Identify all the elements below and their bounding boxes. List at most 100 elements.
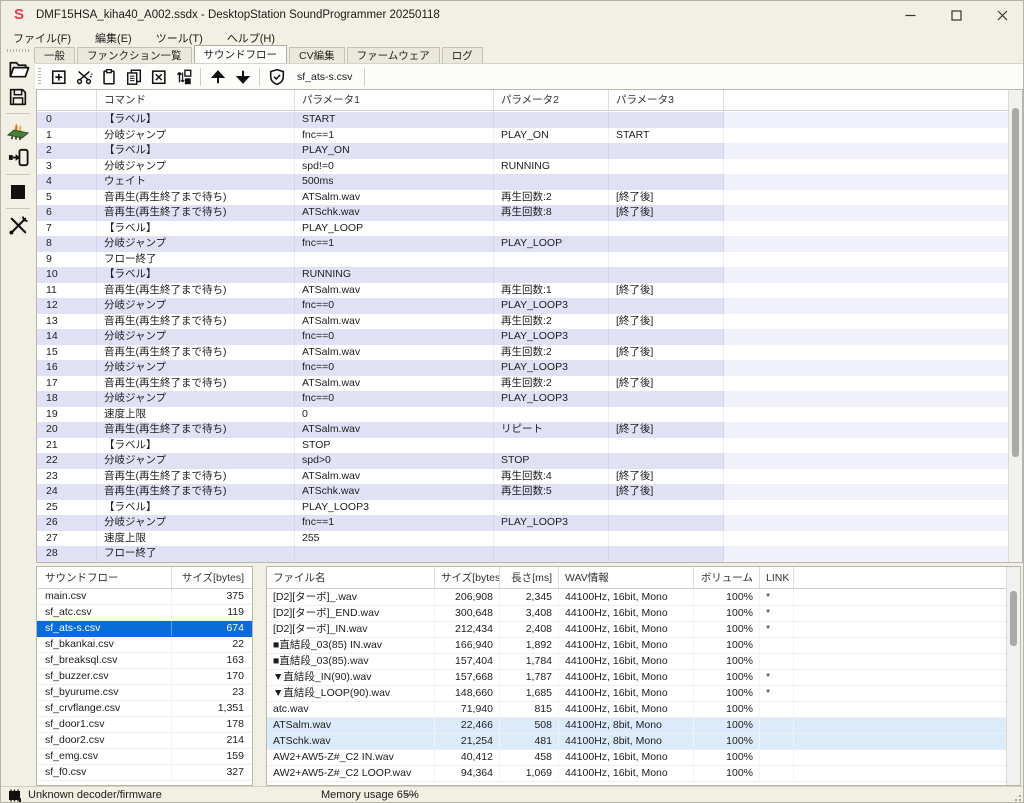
wav-table-row[interactable]: ATSchk.wav 21,254 481 44100Hz, 8bit, Mon… — [267, 734, 1006, 750]
flow-list-item[interactable]: sf_crvflange.csv 1,351 — [37, 701, 252, 717]
flow-table-row[interactable]: 9 フロー終了 — [37, 252, 1008, 268]
tab[interactable]: サウンドフロー — [194, 45, 288, 63]
wav-table-scrollbar[interactable] — [1006, 567, 1020, 785]
tools-button[interactable] — [1, 212, 35, 239]
flow-table-row[interactable]: 3 分岐ジャンプ spd!=0 RUNNING — [37, 159, 1008, 175]
wav-table-row[interactable]: ▼直結段_LOOP(90).wav 148,660 1,685 44100Hz,… — [267, 686, 1006, 702]
cell-command: フロー終了 — [97, 546, 295, 562]
flow-table-row[interactable]: 12 分岐ジャンプ fnc==0 PLAY_LOOP3 — [37, 298, 1008, 314]
wav-table-row[interactable]: [D2][ターボ]_END.wav 300,648 3,408 44100Hz,… — [267, 606, 1006, 622]
flow-list-item[interactable]: sf_bkankai.csv 22 — [37, 637, 252, 653]
tab[interactable]: CV編集 — [289, 47, 345, 63]
delete-button[interactable] — [146, 65, 171, 89]
flow-table-row[interactable]: 13 音再生(再生終了まで待ち) ATSalm.wav 再生回数:2 [終了後] — [37, 314, 1008, 330]
flow-table-row[interactable]: 8 分岐ジャンプ fnc==1 PLAY_LOOP — [37, 236, 1008, 252]
wav-table-row[interactable]: ATSalm.wav 22,466 508 44100Hz, 8bit, Mon… — [267, 718, 1006, 734]
flow-list-item[interactable]: sf_byurume.csv 23 — [37, 685, 252, 701]
flow-table-row[interactable]: 15 音再生(再生終了まで待ち) ATSalm.wav 再生回数:2 [終了後] — [37, 345, 1008, 361]
copy-button[interactable] — [121, 65, 146, 89]
flow-list-header: サウンドフロー サイズ[bytes] — [37, 567, 252, 589]
tab[interactable]: 一般 — [34, 47, 75, 63]
separator — [200, 68, 201, 86]
close-button[interactable] — [979, 1, 1024, 29]
cell-param1: fnc==0 — [295, 360, 494, 376]
flow-name: sf_bkankai.csv — [37, 637, 172, 652]
write-device-button[interactable] — [1, 144, 35, 171]
wav-table-row[interactable]: [D2][ターボ]_IN.wav 212,434 2,408 44100Hz, … — [267, 622, 1006, 638]
flow-list-item[interactable]: sf_f0.csv 327 — [37, 765, 252, 781]
resize-grip[interactable] — [1010, 790, 1023, 803]
move-down-button[interactable] — [230, 65, 255, 89]
wav-table-row[interactable]: atc.wav 71,940 815 44100Hz, 16bit, Mono … — [267, 702, 1006, 718]
cell-param1: PLAY_LOOP — [295, 221, 494, 237]
wav-size: 206,908 — [435, 590, 500, 605]
swap-button[interactable] — [171, 65, 196, 89]
wav-table-row[interactable]: [D2][ターボ]_.wav 206,908 2,345 44100Hz, 16… — [267, 590, 1006, 606]
flow-list-item[interactable]: sf_breaksql.csv 163 — [37, 653, 252, 669]
cell-filler — [724, 531, 1008, 547]
maximize-button[interactable] — [933, 1, 979, 29]
flow-table-row[interactable]: 21 【ラベル】 STOP — [37, 438, 1008, 454]
flow-table-row[interactable]: 18 分岐ジャンプ fnc==0 PLAY_LOOP3 — [37, 391, 1008, 407]
wav-table-row[interactable]: AW2+AW5-Z#_C2 IN.wav 40,412 458 44100Hz,… — [267, 750, 1006, 766]
move-down-icon — [234, 68, 252, 86]
cell-filler — [724, 500, 1008, 516]
decoder-write-button[interactable] — [1, 117, 35, 144]
flow-table-row[interactable]: 14 分岐ジャンプ fnc==0 PLAY_LOOP3 — [37, 329, 1008, 345]
save-button[interactable] — [1, 83, 35, 110]
open-folder-button[interactable] — [1, 56, 35, 83]
flow-list-item[interactable]: sf_ats-s.csv 674 — [37, 621, 252, 637]
verify-button[interactable] — [264, 65, 289, 89]
flow-table-row[interactable]: 27 速度上限 255 — [37, 531, 1008, 547]
flow-table-row[interactable]: 0 【ラベル】 START — [37, 112, 1008, 128]
wav-table-row[interactable]: ■直結段_03(85).wav 157,404 1,784 44100Hz, 1… — [267, 654, 1006, 670]
flow-list-item[interactable]: sf_door2.csv 214 — [37, 733, 252, 749]
wav-info: 44100Hz, 16bit, Mono — [559, 750, 694, 765]
flow-table-row[interactable]: 22 分岐ジャンプ spd>0 STOP — [37, 453, 1008, 469]
add-row-button[interactable] — [46, 65, 71, 89]
flow-table-scrollbar[interactable] — [1008, 90, 1022, 562]
cell-command: 速度上限 — [97, 407, 295, 423]
flow-table-row[interactable]: 23 音再生(再生終了まで待ち) ATSalm.wav 再生回数:4 [終了後] — [37, 469, 1008, 485]
flow-table-row[interactable]: 17 音再生(再生終了まで待ち) ATSalm.wav 再生回数:2 [終了後] — [37, 376, 1008, 392]
flow-list-item[interactable]: sf_buzzer.csv 170 — [37, 669, 252, 685]
flow-table-row[interactable]: 28 フロー終了 — [37, 546, 1008, 562]
toolbar-grip[interactable] — [38, 68, 41, 86]
flow-list-item[interactable]: main.csv 375 — [37, 589, 252, 605]
tab[interactable]: ファンクション一覧 — [77, 47, 192, 63]
flow-table-row[interactable]: 6 音再生(再生終了まで待ち) ATSchk.wav 再生回数:8 [終了後] — [37, 205, 1008, 221]
cell-param1 — [295, 252, 494, 268]
cut-button[interactable] — [71, 65, 96, 89]
scrollbar-thumb[interactable] — [1012, 108, 1019, 457]
toolbar-grip[interactable] — [7, 49, 29, 52]
cell-filler — [724, 298, 1008, 314]
wav-table-row[interactable]: ■直結段_03(85) IN.wav 166,940 1,892 44100Hz… — [267, 638, 1006, 654]
flow-table-row[interactable]: 19 速度上限 0 — [37, 407, 1008, 423]
tab[interactable]: ログ — [442, 47, 483, 63]
flow-table-row[interactable]: 26 分岐ジャンプ fnc==1 PLAY_LOOP3 — [37, 515, 1008, 531]
flow-table-row[interactable]: 5 音再生(再生終了まで待ち) ATSalm.wav 再生回数:2 [終了後] — [37, 190, 1008, 206]
cell-filler — [724, 469, 1008, 485]
flow-table-row[interactable]: 25 【ラベル】 PLAY_LOOP3 — [37, 500, 1008, 516]
minimize-button[interactable] — [887, 1, 933, 29]
wav-table-row[interactable]: AW2+AW5-Z#_C2 LOOP.wav 94,364 1,069 4410… — [267, 766, 1006, 782]
flow-list-item[interactable]: sf_atc.csv 119 — [37, 605, 252, 621]
flow-table-row[interactable]: 24 音再生(再生終了まで待ち) ATSchk.wav 再生回数:5 [終了後] — [37, 484, 1008, 500]
flow-list-item[interactable]: sf_door1.csv 178 — [37, 717, 252, 733]
stop-button[interactable] — [1, 178, 35, 205]
tab[interactable]: ファームウェア — [347, 47, 440, 63]
flow-table-row[interactable]: 20 音再生(再生終了まで待ち) ATSalm.wav リピート [終了後] — [37, 422, 1008, 438]
flow-table-row[interactable]: 16 分岐ジャンプ fnc==0 PLAY_LOOP3 — [37, 360, 1008, 376]
scrollbar-thumb[interactable] — [1010, 591, 1017, 646]
flow-table-row[interactable]: 11 音再生(再生終了まで待ち) ATSalm.wav 再生回数:1 [終了後] — [37, 283, 1008, 299]
wav-link — [760, 702, 794, 717]
flow-table-row[interactable]: 7 【ラベル】 PLAY_LOOP — [37, 221, 1008, 237]
flow-table-row[interactable]: 1 分岐ジャンプ fnc==1 PLAY_ON START — [37, 128, 1008, 144]
paste-button[interactable] — [96, 65, 121, 89]
flow-table-row[interactable]: 4 ウェイト 500ms — [37, 174, 1008, 190]
wav-table-row[interactable]: ▼直結段_IN(90).wav 157,668 1,787 44100Hz, 1… — [267, 670, 1006, 686]
flow-table-row[interactable]: 2 【ラベル】 PLAY_ON — [37, 143, 1008, 159]
move-up-button[interactable] — [205, 65, 230, 89]
flow-table-row[interactable]: 10 【ラベル】 RUNNING — [37, 267, 1008, 283]
flow-list-item[interactable]: sf_emg.csv 159 — [37, 749, 252, 765]
